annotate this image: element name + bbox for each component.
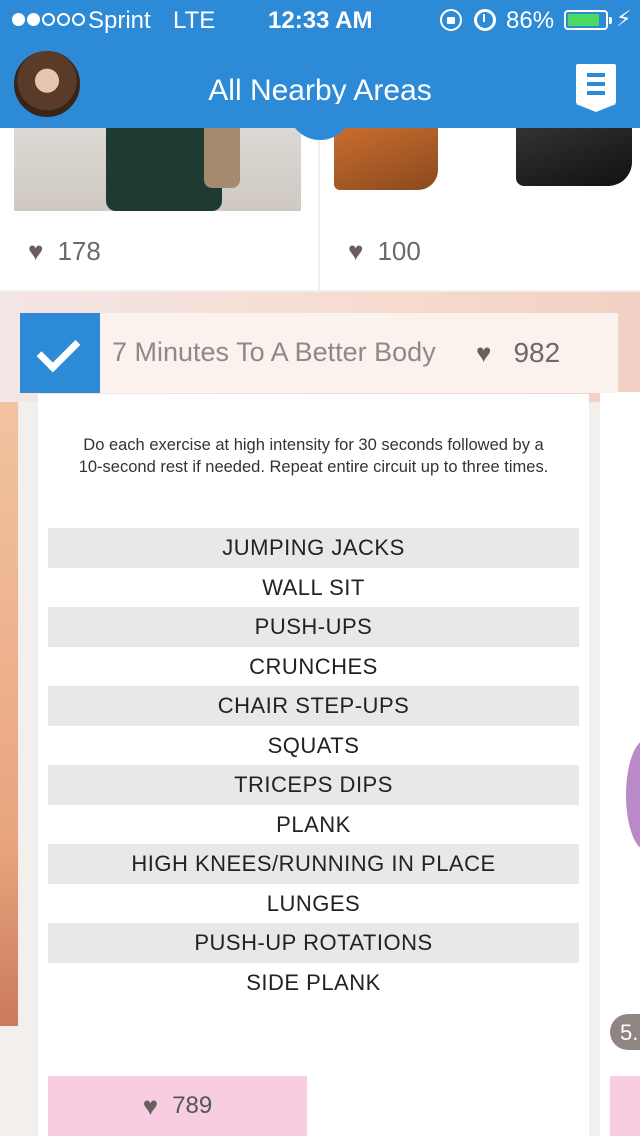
battery-percent: 86% (506, 7, 555, 34)
like-count: 100 (377, 236, 421, 266)
like-count: 789 (172, 1092, 213, 1119)
side-card-footer (610, 1076, 640, 1136)
alarm-icon (474, 9, 496, 31)
count-bubble: 5. (610, 1014, 640, 1050)
exercise-item: HIGH KNEES/RUNNING IN PLACE (48, 844, 579, 884)
signal-strength-icon (12, 13, 85, 26)
workout-instructions: Do each exercise at high intensity for 3… (78, 436, 549, 476)
feature-header[interactable]: 7 Minutes To A Better Body ♥ 982 (20, 313, 618, 393)
boots-photo[interactable] (320, 128, 640, 211)
exercise-item: PUSH-UPS (48, 607, 579, 647)
exercise-item: JUMPING JACKS (48, 528, 579, 568)
exercise-item: SIDE PLANK (246, 969, 381, 995)
status-bar: Sprint LTE 12:33 AM 86% ⚡︎ (0, 0, 640, 40)
heart-icon: ♥ (142, 1090, 159, 1121)
side-card-left[interactable] (0, 402, 18, 1026)
heart-icon: ♥ (476, 337, 492, 368)
exercise-item: CRUNCHES (249, 653, 378, 679)
exercise-item: PLANK (276, 811, 351, 837)
heart-icon: ♥ (28, 236, 44, 266)
exercise-item: CHAIR STEP-UPS (48, 686, 579, 726)
exercise-item: TRICEPS DIPS (48, 765, 579, 805)
top-bar: Sprint LTE 12:33 AM 86% ⚡︎ All Nearby Ar… (0, 0, 640, 140)
feature-title: 7 Minutes To A Better Body (112, 337, 436, 367)
like-button[interactable]: ♥ 178 (28, 236, 101, 267)
exercise-item: SQUATS (267, 732, 360, 758)
charging-bolt-icon: ⚡︎ (616, 6, 632, 31)
carrier-name: Sprint (88, 7, 151, 34)
rotation-lock-icon (440, 9, 462, 31)
exercise-item: LUNGES (266, 890, 361, 916)
like-count: 982 (513, 337, 561, 368)
like-button[interactable]: ♥ 100 (348, 236, 421, 267)
exercise-item: PUSH-UP ROTATIONS (48, 923, 579, 963)
dress-photo[interactable] (14, 128, 301, 211)
menu-button[interactable] (576, 64, 616, 112)
exercise-item: WALL SIT (262, 574, 365, 600)
feature-like-button[interactable]: ♥ 982 (476, 337, 560, 369)
like-count: 178 (57, 236, 101, 266)
post-card[interactable]: ♥ 178 (0, 128, 318, 290)
status-time: 12:33 AM (268, 7, 373, 34)
workout-card[interactable]: Do each exercise at high intensity for 3… (38, 394, 589, 1136)
network-type: LTE (173, 7, 216, 34)
heart-icon: ♥ (348, 236, 364, 266)
like-button[interactable]: ♥ 789 (48, 1076, 307, 1136)
page-title: All Nearby Areas (208, 74, 432, 107)
post-card[interactable]: ♥ 100 (320, 128, 640, 290)
check-button[interactable] (20, 313, 100, 393)
battery-icon (564, 10, 612, 30)
exercise-list: JUMPING JACKS WALL SIT PUSH-UPS CRUNCHES… (48, 528, 579, 1002)
